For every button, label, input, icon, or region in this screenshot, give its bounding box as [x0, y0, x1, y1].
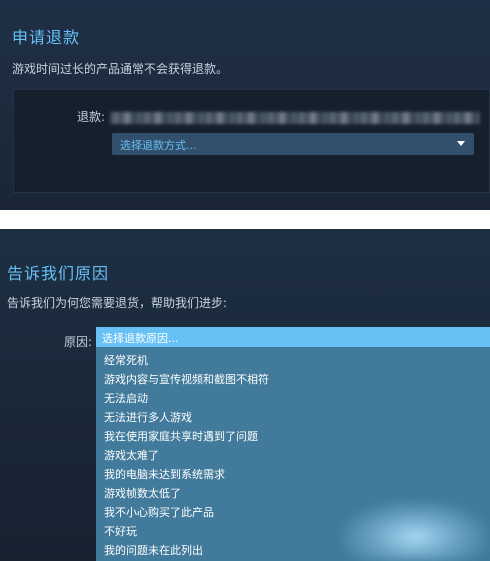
reason-subtitle: 告诉我们为何您需要退货，帮助我们进步:: [7, 296, 228, 310]
reason-option[interactable]: 无法启动: [104, 390, 148, 406]
redacted-refund-info: [110, 112, 480, 124]
reason-option[interactable]: 我的问题未在此列出: [104, 542, 203, 558]
refund-subtitle: 游戏时间过长的产品通常不会获得退款。: [12, 62, 229, 76]
reason-title: 告诉我们原因: [7, 264, 110, 283]
reason-option[interactable]: 我的电脑未达到系统需求: [104, 466, 225, 482]
blurred-region: [340, 500, 490, 561]
reason-select-placeholder: 选择退款原因...: [102, 332, 179, 345]
reason-option[interactable]: 无法进行多人游戏: [104, 409, 192, 425]
refund-method-select[interactable]: 选择退款方式...: [112, 133, 474, 155]
reason-dropdown-list[interactable]: 选择退款原因... 经常死机 游戏内容与宣传视频和截图不相符 无法启动 无法进行…: [96, 327, 490, 561]
reason-option[interactable]: 不好玩: [104, 523, 137, 539]
reason-select-header[interactable]: 选择退款原因...: [96, 327, 490, 347]
reason-option[interactable]: 游戏内容与宣传视频和截图不相符: [104, 371, 269, 387]
refund-label: 退款:: [77, 110, 106, 124]
refund-title: 申请退款: [12, 28, 81, 47]
reason-option[interactable]: 游戏太难了: [104, 447, 159, 463]
chevron-down-icon: [457, 141, 465, 146]
reason-option[interactable]: 我在使用家庭共享时遇到了问题: [104, 428, 258, 444]
reason-option[interactable]: 我不小心购买了此产品: [104, 504, 214, 520]
refund-method-placeholder: 选择退款方式...: [120, 139, 197, 152]
reason-label: 原因:: [64, 335, 93, 349]
reason-option[interactable]: 游戏帧数太低了: [104, 485, 181, 501]
refund-request-panel: 申请退款 游戏时间过长的产品通常不会获得退款。 退款: 选择退款方式...: [0, 0, 490, 210]
reason-option[interactable]: 经常死机: [104, 352, 148, 368]
